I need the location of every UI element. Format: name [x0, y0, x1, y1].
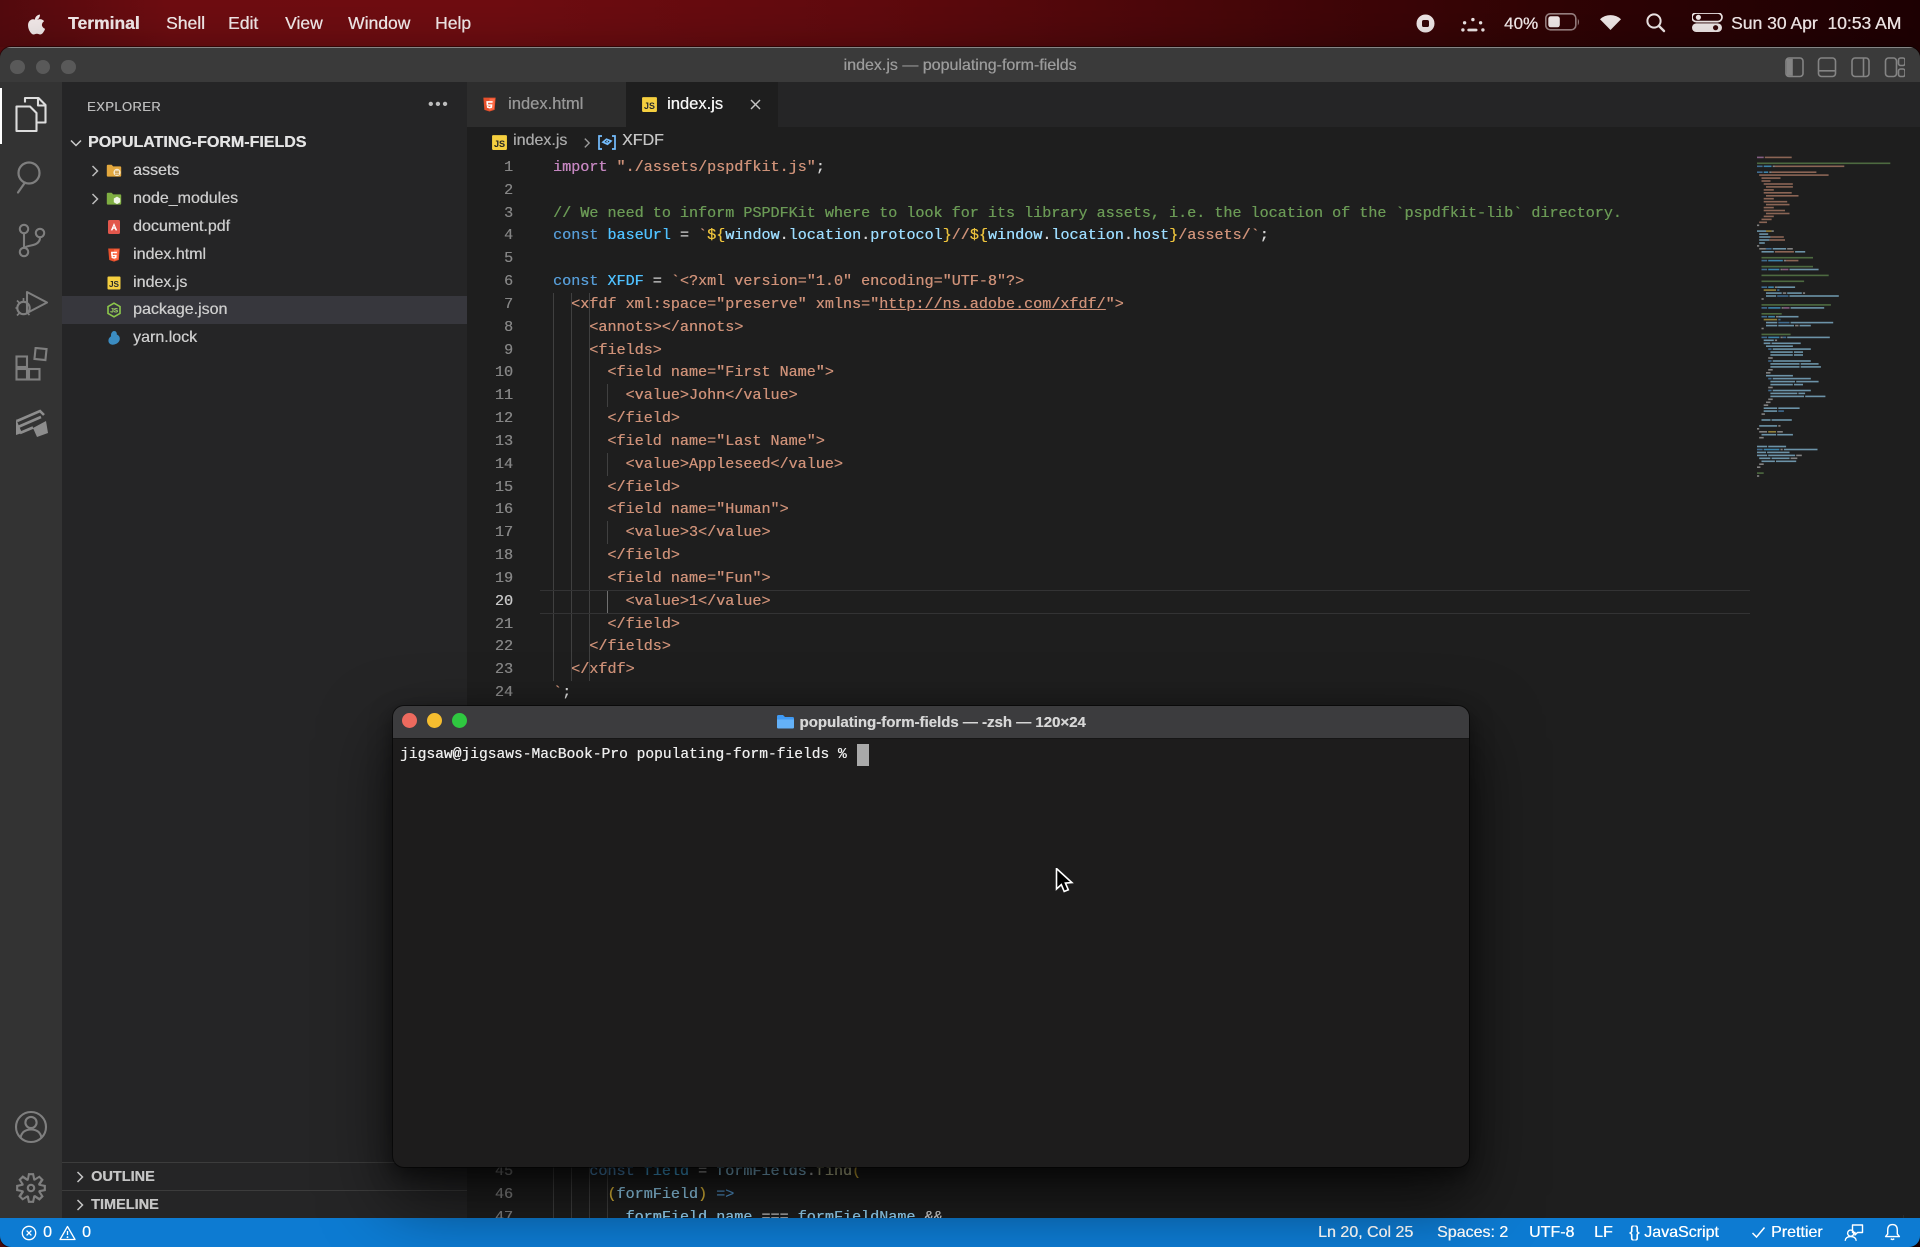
svg-text:JS: JS [110, 308, 119, 315]
svg-text:JS: JS [494, 139, 505, 149]
svg-text:JS: JS [109, 280, 120, 289]
svg-text:JS: JS [644, 101, 655, 111]
